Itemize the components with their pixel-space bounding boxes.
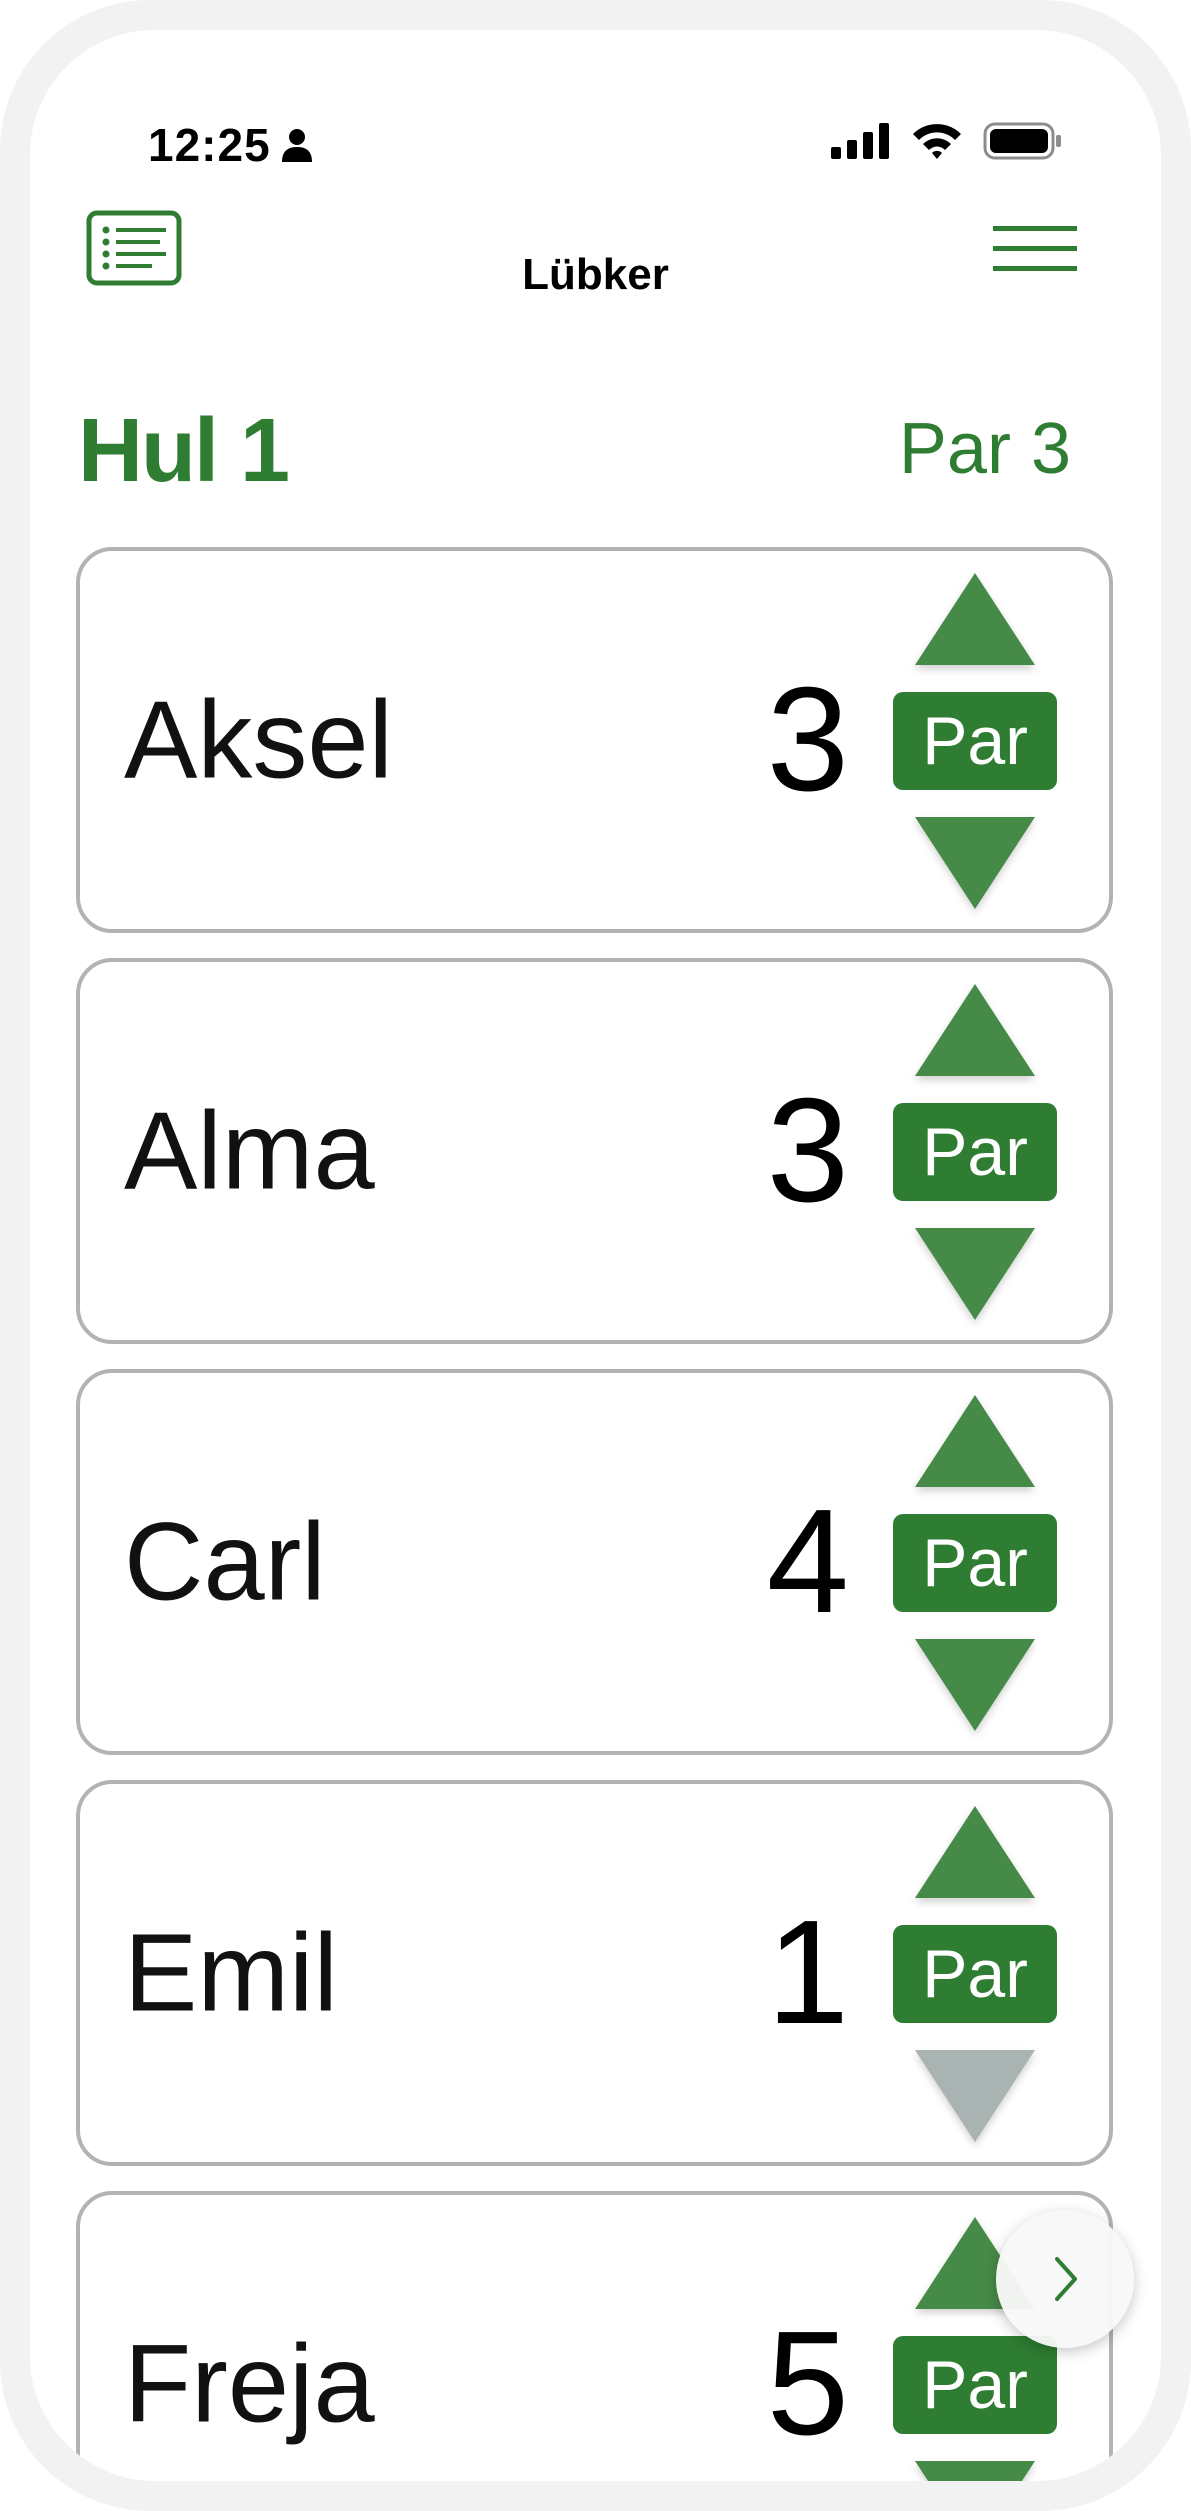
decrement-triangle-icon[interactable] [915,1228,1035,1320]
score-controls: Par [893,1395,1057,1731]
decrement-triangle-icon[interactable] [915,2461,1035,2481]
hamburger-menu-icon [993,226,1077,271]
set-par-button[interactable]: Par [893,1514,1057,1612]
increment-triangle-icon[interactable] [915,984,1035,1076]
set-par-button[interactable]: Par [893,1103,1057,1201]
increment-triangle-icon[interactable] [915,1395,1035,1487]
player-name: Carl [124,1500,326,1624]
player-score: 5 [766,2301,849,2466]
status-time: 12:25 [148,118,313,172]
menu-button[interactable] [993,222,1077,276]
status-time-text: 12:25 [148,119,271,171]
status-icons [831,122,1063,160]
player-list: Aksel 3 Par Alma 3 Par Carl 4 Par Emil 1… [76,547,1113,2481]
decrement-triangle-icon[interactable] [915,817,1035,909]
player-card: Freja 5 Par [76,2191,1113,2481]
chevron-right-icon [1055,2257,1077,2301]
player-card: Aksel 3 Par [76,547,1113,933]
player-card: Emil 1 Par [76,1780,1113,2166]
score-controls: Par [893,573,1057,909]
player-score: 1 [766,1890,849,2055]
set-par-button[interactable]: Par [893,2336,1057,2434]
score-controls: Par [893,1806,1057,2142]
hole-par: Par 3 [898,409,1071,489]
player-card: Carl 4 Par [76,1369,1113,1755]
next-hole-button[interactable] [996,2210,1134,2348]
set-par-button[interactable]: Par [893,1925,1057,2023]
player-name: Freja [124,2322,375,2446]
device-frame: 12:25 Lübker Hul 1 Par 3 Aksel 3 Par Alm… [0,0,1191,2511]
app-screen: 12:25 Lübker Hul 1 Par 3 Aksel 3 Par Alm… [30,30,1161,2481]
player-name: Aksel [124,678,393,802]
course-title: Lübker [522,250,669,299]
battery-icon [983,122,1061,160]
player-score: 4 [766,1479,849,1644]
decrement-triangle-icon [915,2050,1035,2142]
player-name: Emil [124,1911,338,2035]
decrement-triangle-icon[interactable] [915,1639,1035,1731]
hole-title: Hul 1 [78,401,290,501]
set-par-button[interactable]: Par [893,692,1057,790]
cellular-signal-icon [831,123,889,159]
score-controls: Par [893,984,1057,1320]
player-score: 3 [766,1068,849,1233]
increment-triangle-icon[interactable] [915,1806,1035,1898]
player-score: 3 [766,657,849,822]
wifi-icon [913,124,961,159]
player-name: Alma [124,1089,375,1213]
increment-triangle-icon[interactable] [915,573,1035,665]
person-icon [281,129,312,162]
player-card: Alma 3 Par [76,958,1113,1344]
